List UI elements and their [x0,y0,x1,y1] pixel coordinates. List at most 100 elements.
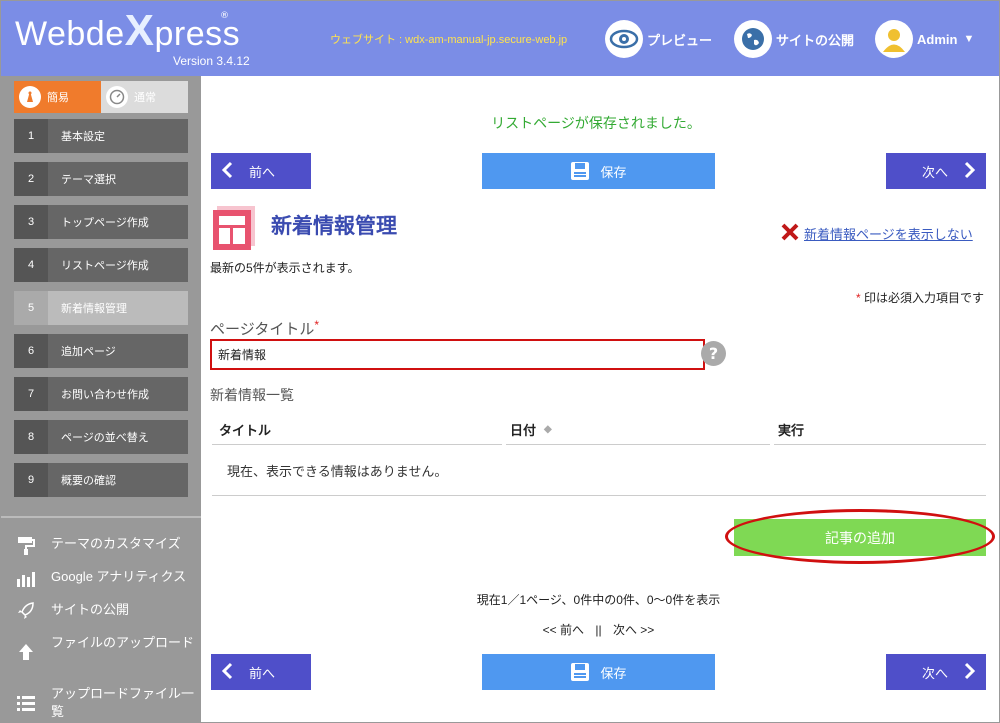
step-number: 4 [14,248,48,282]
sidebar-step-6[interactable]: 6 追加ページ [14,334,188,368]
chevron-right-icon [964,161,976,182]
column-header-title: タイトル [212,414,502,445]
required-note: * 印は必須入力項目です [856,289,984,306]
step-label: お問い合わせ作成 [61,389,149,401]
sidebar-link-label: サイトの公開 [51,602,130,617]
step-label: 新着情報管理 [61,303,127,315]
tab-simple-mode[interactable]: 簡易 [14,81,101,113]
step-number: 1 [14,119,48,153]
step-number: 6 [14,334,48,368]
chevron-left-icon [221,662,233,683]
step-label: テーマ選択 [61,174,116,186]
sidebar-step-7[interactable]: 7 お問い合わせ作成 [14,377,188,411]
rocket-icon [15,601,37,621]
page-title-field-label: ページタイトル* [210,318,319,339]
step-label: 追加ページ [61,346,116,358]
site-url-link[interactable]: ウェブサイト : wdx-am-manual-jp.secure-web.jp [330,31,567,47]
save-label: 保存 [600,665,627,681]
hide-news-page-link[interactable]: 新着情報ページを表示しない [780,222,973,245]
field-label-text: ページタイトル [210,321,315,338]
sort-icon[interactable]: ◆ [544,424,552,435]
next-button-top[interactable]: 次へ [886,153,986,189]
logo: WebdeXpress [15,9,240,54]
save-icon [570,161,590,181]
pagination-separator: || [595,623,602,637]
next-button-bottom[interactable]: 次へ [886,654,986,690]
save-button-bottom[interactable]: 保存 [482,654,715,690]
eye-icon [605,20,643,58]
step-number: 7 [14,377,48,411]
prev-button-top[interactable]: 前へ [211,153,311,189]
logo-x: X [124,6,155,55]
header-action-label: 実行 [778,422,805,438]
step-label: 基本設定 [61,131,105,143]
chevron-right-icon [964,662,976,683]
sidebar: 簡易 通常 1 基本設定 2 テーマ選択 3 トップページ作成 4 リストページ作成 5… [1,76,201,722]
page-title-input[interactable] [210,339,705,370]
sidebar-step-2[interactable]: 2 テーマ選択 [14,162,188,196]
hide-link-label: 新着情報ページを表示しない [804,227,973,242]
sidebar-step-9[interactable]: 9 概要の確認 [14,463,188,497]
step-label: 概要の確認 [61,475,116,487]
header-title-label: タイトル [219,422,272,438]
news-icon [211,204,259,254]
pagination-nav: << 前へ || 次へ >> [201,621,996,638]
sidebar-link-publish[interactable]: サイトの公開 [15,601,195,621]
sidebar-link-label: アップロードファイル一覧 [51,686,195,719]
admin-menu[interactable]: Admin ▼ [875,19,974,59]
step-number: 2 [14,162,48,196]
close-icon [780,222,800,245]
next-label: 次へ [921,665,948,681]
prev-label: 前へ [249,164,276,180]
step-label: ページの並べ替え [61,432,149,444]
saved-message: リストページが保存されました。 [491,115,701,131]
admin-label: Admin [917,31,958,47]
sidebar-link-uploaded-files[interactable]: アップロードファイル一覧 [15,685,195,721]
step-number: 8 [14,420,48,454]
tab-normal-mode[interactable]: 通常 [101,81,188,113]
step-number: 3 [14,205,48,239]
sidebar-link-theme-customize[interactable]: テーマのカスタマイズ [15,535,195,555]
mode-tabs: 簡易 通常 [14,81,188,113]
step-label: リストページ作成 [61,260,149,272]
column-header-action: 実行 [774,414,986,445]
top-header: WebdeXpress ® Version 3.4.12 ウェブサイト : wd… [1,1,999,76]
help-icon[interactable]: ? [701,341,726,366]
mode-simple-label: 簡易 [47,92,69,104]
step-number: 9 [14,463,48,497]
upload-icon [15,642,37,662]
globe-icon [734,20,772,58]
logo-text-1: Webde [15,15,125,53]
save-button-top[interactable]: 保存 [482,153,715,189]
bar-chart-icon [15,568,37,588]
sidebar-step-5[interactable]: 5 新着情報管理 [14,291,188,325]
version-label: Version 3.4.12 [173,54,250,68]
empty-table-row: 現在、表示できる情報はありません。 [212,446,986,496]
publish-site-button[interactable]: サイトの公開 [734,19,854,59]
app-window: WebdeXpress ® Version 3.4.12 ウェブサイト : wd… [0,0,1000,723]
gauge-icon [106,86,128,108]
preview-button[interactable]: プレビュー [605,19,712,59]
publish-label: サイトの公開 [776,32,855,48]
sidebar-link-google-analytics[interactable]: Google アナリティクス [15,568,195,588]
preview-label: プレビュー [647,32,713,48]
sidebar-link-label: テーマのカスタマイズ [51,536,181,551]
sidebar-step-4[interactable]: 4 リストページ作成 [14,248,188,282]
chevron-down-icon: ▼ [963,33,975,45]
sidebar-step-1[interactable]: 1 基本設定 [14,119,188,153]
news-list-label: 新着情報一覧 [210,387,294,403]
header-date-label: 日付 [510,422,537,438]
pagination-next-link[interactable]: 次へ >> [613,623,654,637]
chevron-left-icon [221,161,233,182]
prev-button-bottom[interactable]: 前へ [211,654,311,690]
prev-label: 前へ [249,665,276,681]
sidebar-step-3[interactable]: 3 トップページ作成 [14,205,188,239]
mode-normal-label: 通常 [134,92,156,104]
pagination-prev-link[interactable]: << 前へ [543,623,584,637]
column-header-date[interactable]: 日付 ◆ [506,414,770,445]
user-avatar-icon [875,20,913,58]
list-icon [15,693,37,713]
next-label: 次へ [921,164,948,180]
sidebar-step-8[interactable]: 8 ページの並べ替え [14,420,188,454]
sidebar-link-file-upload[interactable]: ファイルのアップロード [15,634,195,662]
